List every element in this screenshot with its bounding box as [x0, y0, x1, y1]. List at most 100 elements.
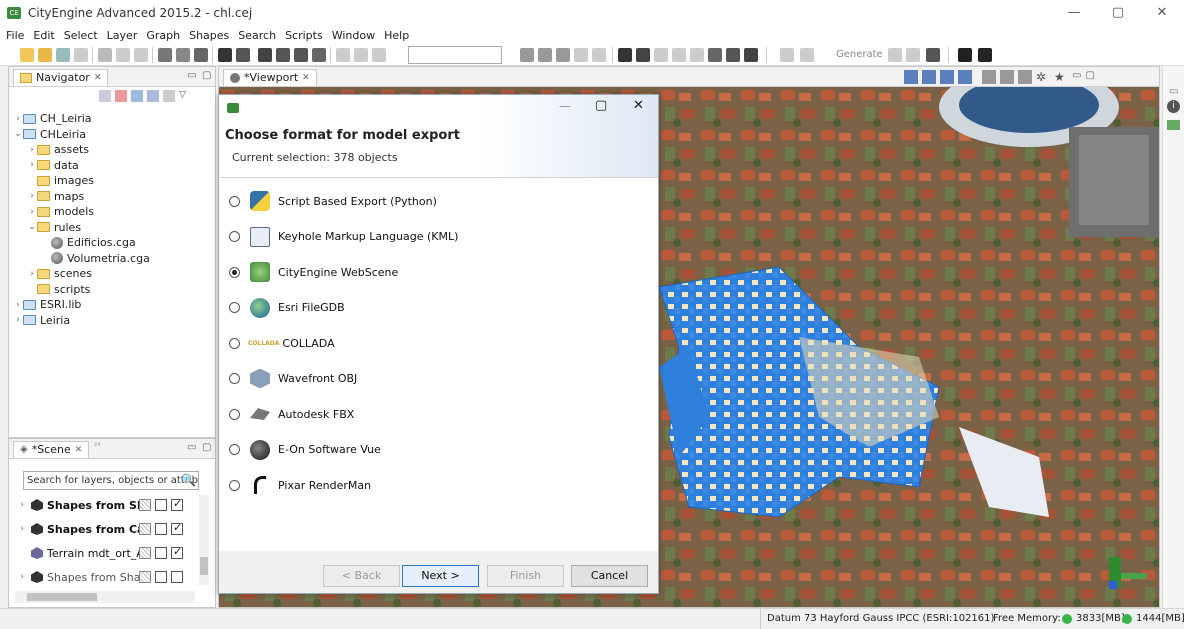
tree-item[interactable]: › Leiria: [13, 313, 70, 328]
align-icon[interactable]: [520, 48, 534, 62]
tree-item[interactable]: › data: [27, 158, 79, 173]
model7-icon[interactable]: [726, 48, 740, 62]
chevron-icon[interactable]: ⌄: [27, 222, 37, 232]
grid-icon[interactable]: [1018, 70, 1032, 84]
texture-icon[interactable]: [940, 70, 954, 84]
chevron-icon[interactable]: ›: [27, 207, 37, 217]
paste-icon[interactable]: [134, 48, 148, 62]
chevron-icon[interactable]: ›: [17, 524, 27, 534]
tree-item[interactable]: › models: [27, 204, 94, 219]
open-icon[interactable]: [38, 48, 52, 62]
next-button[interactable]: Next >: [402, 565, 479, 587]
menu-help[interactable]: Help: [384, 29, 409, 42]
selectable-checkbox[interactable]: [171, 545, 183, 559]
visibility-checkbox[interactable]: [155, 547, 167, 559]
filter-icon[interactable]: [147, 90, 159, 102]
move-icon[interactable]: [158, 48, 172, 62]
restore-icon[interactable]: ▭: [1169, 86, 1178, 97]
model2-icon[interactable]: [636, 48, 650, 62]
edit-icon[interactable]: [74, 48, 88, 62]
format-radio[interactable]: [229, 266, 240, 278]
generate-icon[interactable]: [800, 48, 814, 62]
close-icon[interactable]: ✕: [94, 70, 102, 86]
model-icon[interactable]: [618, 48, 632, 62]
format-radio[interactable]: [229, 302, 240, 313]
visibility-checkbox[interactable]: [155, 571, 167, 583]
chevron-icon[interactable]: ›: [13, 315, 23, 325]
chevron-icon[interactable]: ›: [17, 572, 27, 582]
dialog-maximize-button[interactable]: ▢: [595, 98, 607, 113]
view-mode-icon[interactable]: [904, 70, 918, 84]
layers-icon[interactable]: [1000, 70, 1014, 84]
selectable-checkbox[interactable]: [171, 521, 183, 535]
copy-icon[interactable]: [116, 48, 130, 62]
bookmark-icon[interactable]: [372, 48, 386, 62]
model8-icon[interactable]: [744, 48, 758, 62]
maximize-icon[interactable]: ▢: [202, 442, 211, 453]
frame-icon[interactable]: [354, 48, 368, 62]
model4-icon[interactable]: [672, 48, 686, 62]
selectable-checkbox[interactable]: [171, 497, 183, 511]
back-button[interactable]: < Back: [323, 565, 400, 587]
chevron-icon[interactable]: ›: [17, 500, 27, 510]
tree-item[interactable]: › assets: [27, 142, 89, 157]
format-option[interactable]: E-On Software Vue: [229, 436, 381, 464]
close-icon[interactable]: ✕: [302, 70, 310, 86]
gear-icon[interactable]: ✲: [1036, 70, 1050, 84]
link-icon[interactable]: [115, 90, 127, 102]
generate-button[interactable]: Generate: [836, 49, 883, 60]
scene-search-input[interactable]: Search for layers, objects or attrib: [23, 471, 199, 490]
finish-button[interactable]: Finish: [487, 565, 564, 587]
maximize-button[interactable]: ▢: [1096, 0, 1140, 26]
shading-icon[interactable]: [958, 70, 972, 84]
scene-hscrollbar[interactable]: [15, 591, 195, 603]
bookmark-star-icon[interactable]: ★: [1054, 70, 1068, 84]
format-option[interactable]: COLLADA COLLADA: [229, 329, 335, 357]
scene-layer-row[interactable]: › Shapes from Car: [17, 519, 183, 539]
close-icon[interactable]: ✕: [75, 442, 83, 458]
format-option[interactable]: Autodesk FBX: [229, 400, 354, 428]
visibility-checkbox[interactable]: [155, 523, 167, 535]
tree-item[interactable]: ⌄ CHLeiria: [13, 127, 86, 142]
cancel-button[interactable]: Cancel: [571, 565, 648, 587]
cloud-icon[interactable]: [978, 48, 992, 62]
view-icon[interactable]: [131, 90, 143, 102]
chevron-icon[interactable]: ⌄: [13, 129, 23, 139]
menu-window[interactable]: Window: [332, 29, 375, 42]
close-button[interactable]: ✕: [1140, 0, 1184, 26]
tree-item[interactable]: images: [27, 173, 94, 188]
menu-shapes[interactable]: Shapes: [189, 29, 229, 42]
model6-icon[interactable]: [708, 48, 722, 62]
search-icon[interactable]: 🔍: [181, 473, 196, 487]
dropdown-icon[interactable]: [236, 48, 250, 62]
update2-icon[interactable]: [906, 48, 920, 62]
zoom-icon[interactable]: [336, 48, 350, 62]
scene-layer-row[interactable]: › Shapes from Shap: [17, 567, 183, 587]
lock-toggle[interactable]: [139, 571, 151, 583]
format-radio[interactable]: [229, 195, 240, 207]
toolbar-search-input[interactable]: [408, 46, 502, 64]
chevron-icon[interactable]: ›: [27, 269, 37, 279]
save-icon[interactable]: [56, 48, 70, 62]
menu-scripts[interactable]: Scripts: [285, 29, 323, 42]
menu-layer[interactable]: Layer: [107, 29, 138, 42]
tab-overflow[interactable]: ²⁹: [94, 441, 100, 450]
camera-icon[interactable]: [982, 70, 996, 84]
menu-edit[interactable]: Edit: [33, 29, 54, 42]
menu-file[interactable]: File: [6, 29, 24, 42]
update-icon[interactable]: [888, 48, 902, 62]
lock-toggle[interactable]: [139, 523, 151, 535]
tab-navigator[interactable]: Navigator ✕: [13, 69, 109, 86]
new-icon[interactable]: [20, 48, 34, 62]
format-option[interactable]: Keyhole Markup Language (KML): [229, 223, 458, 251]
tree-item[interactable]: Edificios.cga: [41, 235, 136, 250]
info-icon[interactable]: i: [1167, 100, 1180, 113]
format-radio[interactable]: [229, 444, 240, 455]
sun-icon[interactable]: [958, 48, 972, 62]
model3-icon[interactable]: [654, 48, 668, 62]
tab-viewport[interactable]: *Viewport ✕: [223, 69, 317, 86]
scene-scrollbar[interactable]: [199, 495, 209, 585]
select-icon[interactable]: [218, 48, 232, 62]
cleanup-icon[interactable]: [926, 48, 940, 62]
menu-graph[interactable]: Graph: [146, 29, 180, 42]
